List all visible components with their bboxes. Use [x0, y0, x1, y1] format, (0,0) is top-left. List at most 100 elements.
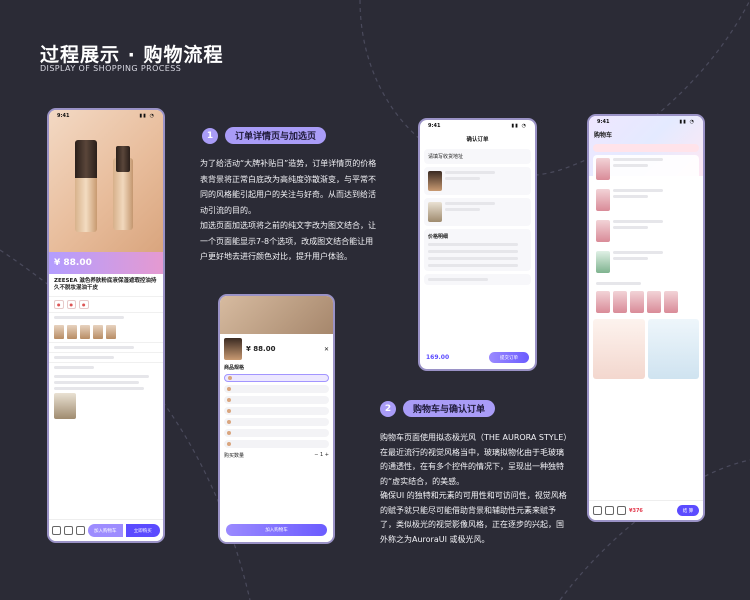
- recommend-thumb[interactable]: [664, 291, 678, 313]
- spec-thumbnails[interactable]: [49, 322, 163, 342]
- foundation-bottle-large: [75, 140, 97, 232]
- order-total: 169.00: [426, 354, 450, 361]
- cart-item-image: [596, 220, 610, 242]
- spec-thumb[interactable]: [67, 325, 77, 340]
- placeholder-line: [54, 356, 114, 360]
- address-card[interactable]: 请填写收货地址: [424, 149, 531, 164]
- delivery-row[interactable]: [49, 352, 163, 362]
- recommend-grid: [593, 319, 699, 379]
- buyer-note-card[interactable]: [424, 274, 531, 285]
- page-title: 过程展示 · 购物流程: [40, 44, 224, 66]
- order-item-card: [424, 167, 531, 195]
- sku-option[interactable]: [224, 385, 329, 393]
- sku-bottom-sheet: ¥ 88.00 ✕ 商品规格 购买数量 − 1 + 加入购物车: [220, 334, 333, 542]
- shipping-row[interactable]: [49, 342, 163, 352]
- status-bar: 9:41 ▮▮ ◔: [420, 120, 535, 132]
- service-icon[interactable]: [64, 526, 73, 535]
- category-tab-icon[interactable]: [605, 506, 614, 515]
- sku-option[interactable]: [224, 396, 329, 404]
- review-photo[interactable]: [54, 393, 76, 420]
- phone-sku-sheet: ¥ 88.00 ✕ 商品规格 购买数量 − 1 + 加入购物车: [218, 294, 335, 544]
- shop-icon[interactable]: [52, 526, 61, 535]
- phone-shopping-cart: 9:41 ▮▮ ◔ 购物车 ¥376 结 算: [587, 114, 705, 522]
- cart-item-image: [596, 251, 610, 273]
- section-2-paragraph: 购物车页面使用拟态极光风（THE AURORA STYLE）: [380, 433, 572, 442]
- order-item-image: [428, 171, 442, 191]
- placeholder-line: [54, 381, 139, 385]
- cart-item[interactable]: [593, 217, 699, 245]
- recommend-card[interactable]: [647, 319, 699, 379]
- sheet-backdrop: [220, 296, 333, 334]
- quantity-row: 购买数量 − 1 +: [224, 452, 329, 459]
- section-2-paragraph: 在最近流行的视觉风格当中，玻璃拟物化由于毛玻璃的通透性，在有多个控件的情况下，呈…: [380, 447, 564, 486]
- section-2-heading: 2 购物车与确认订单: [380, 400, 496, 417]
- add-to-cart-button[interactable]: 加入购物车: [88, 524, 123, 537]
- cart-item[interactable]: [593, 248, 699, 276]
- spec-thumb[interactable]: [54, 325, 64, 340]
- cart-icon[interactable]: [76, 526, 85, 535]
- nav-title: 确认订单: [466, 137, 489, 143]
- recommend-thumb[interactable]: [630, 291, 644, 313]
- sku-option[interactable]: [224, 374, 329, 382]
- status-time: 9:41: [57, 113, 70, 119]
- section-1-heading: 1 订单详情页与加选页: [202, 127, 327, 144]
- phone-confirm-order: 9:41 ▮▮ ◔ 确认订单 请填写收货地址 价格明细 169.00 提交订单: [418, 118, 537, 371]
- price-detail-card: 价格明细: [424, 229, 531, 271]
- cart-title: 购物车: [594, 132, 613, 139]
- status-bar: 9:41 ▮▮ ◔: [589, 116, 703, 128]
- sku-option[interactable]: [224, 440, 329, 448]
- status-time: 9:41: [428, 123, 441, 129]
- quantity-stepper[interactable]: − 1 +: [314, 452, 329, 459]
- recommend-thumb[interactable]: [647, 291, 661, 313]
- page-subtitle: DISPLAY OF SHOPPING PROCESS: [40, 64, 182, 73]
- quantity-label: 购买数量: [224, 453, 245, 459]
- section-1-paragraph: 加选页面加选项将之前的纯文字改为图文结合，让一个页面能显示7-8个选项，改成图文…: [200, 221, 376, 261]
- status-icons: ▮▮ ◔: [139, 113, 155, 119]
- review-header[interactable]: [49, 362, 163, 372]
- status-time: 9:41: [597, 119, 610, 125]
- home-tab-icon[interactable]: [593, 506, 602, 515]
- cart-item[interactable]: [593, 186, 699, 214]
- coupon-chip[interactable]: ●: [79, 300, 89, 310]
- cart-item[interactable]: [593, 155, 699, 183]
- coupon-chip[interactable]: ●: [54, 300, 64, 310]
- sku-option[interactable]: [224, 429, 329, 437]
- section-1-paragraph: 为了给活动“大牌补贴日”造势，订单详情页的价格表背景将正常白底改为高纯度弥散渐变…: [200, 159, 377, 215]
- price-banner: ¥ 88.00: [49, 252, 163, 274]
- recommend-card[interactable]: [593, 319, 645, 379]
- order-item-image: [428, 202, 442, 222]
- service-row[interactable]: ● ● ●: [49, 296, 163, 312]
- submit-order-button[interactable]: 提交订单: [489, 352, 529, 363]
- cart-item-image: [596, 158, 610, 180]
- checkout-button[interactable]: 结 算: [677, 505, 699, 516]
- sku-product-image: [224, 338, 242, 360]
- close-icon[interactable]: ✕: [324, 346, 329, 353]
- sheet-add-to-cart-button[interactable]: 加入购物车: [226, 524, 327, 536]
- cart-bottom-bar: ¥376 结 算: [589, 500, 703, 520]
- spec-row[interactable]: [49, 312, 163, 322]
- review-block: [49, 372, 163, 422]
- section-2-paragraph: 确保UI 的独特和元素的可用性和可访问性，视觉风格的赋予就只能尽可能借助背景和辅…: [380, 491, 567, 544]
- recommend-thumb[interactable]: [613, 291, 627, 313]
- sku-option[interactable]: [224, 407, 329, 415]
- bottom-action-bar: 加入购物车 立即购买: [49, 519, 163, 541]
- status-icons: ▮▮ ◔: [679, 119, 695, 125]
- coupon-chip[interactable]: ●: [66, 300, 76, 310]
- buy-now-button[interactable]: 立即购买: [125, 524, 160, 537]
- spec-thumb[interactable]: [93, 325, 103, 340]
- placeholder-line: [54, 387, 144, 391]
- spec-thumb[interactable]: [80, 325, 90, 340]
- status-icons: ▮▮ ◔: [511, 123, 527, 129]
- foundation-bottle-small: [113, 146, 133, 230]
- sku-price: ¥ 88.00: [246, 345, 276, 353]
- section-2-label: 购物车与确认订单: [403, 400, 496, 417]
- phone-product-detail: 9:41 ▮▮ ◔ ¥ 88.00 ZEESEA 滋色养肤粉底液保湿遮瑕控油持久不…: [47, 108, 165, 543]
- sku-option[interactable]: [224, 418, 329, 426]
- spec-thumb[interactable]: [106, 325, 116, 340]
- cart-tab-icon[interactable]: [617, 506, 626, 515]
- cart-item-image: [596, 189, 610, 211]
- status-bar: 9:41 ▮▮ ◔: [49, 110, 163, 122]
- promo-banner[interactable]: [593, 144, 699, 152]
- recommend-thumb[interactable]: [596, 291, 610, 313]
- placeholder-line: [54, 375, 149, 379]
